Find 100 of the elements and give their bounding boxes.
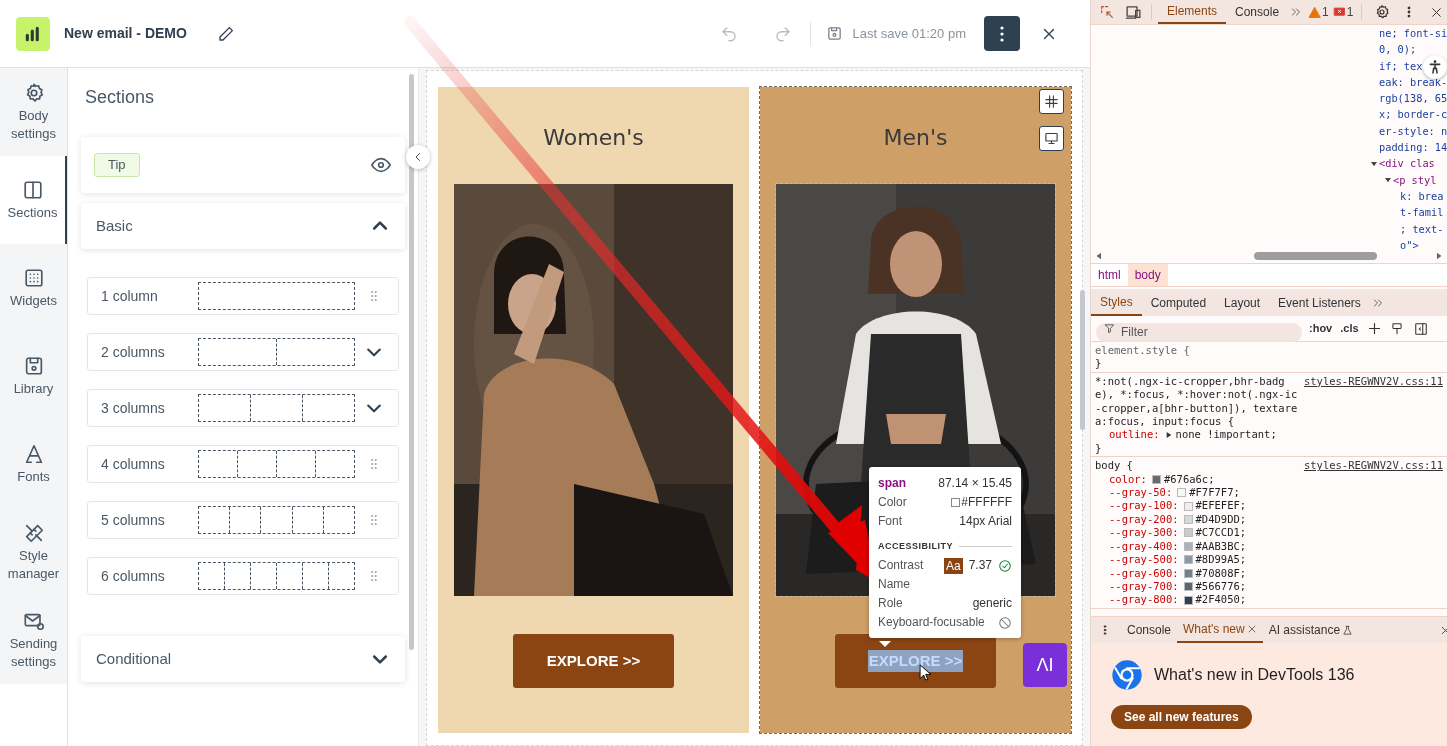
tooltip-value: 7.37 (968, 557, 992, 574)
color-swatch (951, 498, 961, 507)
css-value: #F7F7F7; (1189, 486, 1240, 500)
color-swatch[interactable] (1151, 474, 1161, 484)
breadcrumb-item[interactable]: body (1127, 264, 1168, 286)
nav-item[interactable]: Library (0, 332, 67, 420)
scrollbar-thumb[interactable] (1080, 290, 1085, 430)
css-selector: body { (1095, 459, 1134, 473)
color-swatch[interactable] (1183, 568, 1193, 578)
see-features-button[interactable]: See all new features (1111, 705, 1252, 729)
css-property: --gray-400: (1109, 539, 1179, 554)
close-icon[interactable] (1430, 5, 1444, 19)
drawer-tab[interactable]: Console (1121, 617, 1178, 643)
css-value: #8D99A5; (1195, 553, 1247, 567)
paint-brush-icon[interactable] (1389, 321, 1404, 336)
code-line: ; text- (1400, 221, 1444, 237)
color-swatch[interactable] (1177, 488, 1187, 498)
section-item[interactable]: 3 columns (87, 389, 399, 427)
code-line: k: brea (1400, 188, 1444, 204)
css-property: --gray-100: (1109, 499, 1179, 513)
color-swatch[interactable] (1183, 515, 1193, 525)
scrollbar-thumb[interactable] (1254, 252, 1377, 260)
css-value: #566776; (1195, 579, 1247, 594)
scroll-right-icon[interactable] (1434, 251, 1444, 261)
nav-item[interactable]: Widgets (0, 244, 67, 332)
section-item[interactable]: 1 column (87, 277, 399, 315)
error-count[interactable]: 1 (1332, 3, 1354, 21)
nav-item[interactable]: Sending settings (0, 596, 67, 684)
device-icon[interactable] (1125, 3, 1142, 21)
last-save-text: Last save 01:20 pm (852, 24, 966, 43)
cls-button[interactable]: .cls (1340, 320, 1359, 337)
email-column[interactable]: Women's EXPLORE >> (438, 87, 749, 733)
grid-button[interactable] (1039, 89, 1064, 114)
filter-field[interactable]: Filter (1096, 322, 1302, 342)
breadcrumb-item[interactable]: html (1091, 264, 1128, 286)
element-tag: span (878, 474, 906, 493)
tooltip-label: Color (878, 494, 907, 511)
hov-button[interactable]: :hov (1309, 320, 1333, 337)
css-property: --gray-600: (1109, 566, 1179, 580)
pencil-icon[interactable] (216, 24, 235, 43)
nav-item[interactable]: Style manager (0, 508, 67, 596)
source-link[interactable]: styles-REGWNV2V.css:11 (1303, 459, 1443, 473)
styles-tab[interactable]: Layout (1215, 289, 1270, 316)
email-title: New email - DEMO (64, 24, 187, 43)
panel-title: Sections (84, 86, 156, 109)
css-property: color: (1109, 472, 1147, 487)
inspect-icon[interactable] (1099, 4, 1115, 20)
tooltip-value: generic (972, 595, 1012, 612)
more-icon (1000, 25, 1004, 42)
more-button[interactable] (984, 16, 1020, 51)
plus-icon[interactable] (1366, 321, 1382, 336)
styles-tab[interactable]: Event Listeners (1269, 289, 1370, 316)
column-heading: Women's (543, 124, 644, 151)
explore-button[interactable]: EXPLORE >> (513, 634, 674, 688)
nav-item[interactable]: Body settings (0, 68, 67, 156)
nav-item[interactable]: Fonts (0, 420, 67, 508)
check-circle-icon (998, 558, 1012, 573)
column-heading: Men's (883, 124, 948, 151)
color-swatch[interactable] (1183, 501, 1193, 511)
ai-button[interactable]: ΛI (1023, 643, 1067, 687)
tooltip-value: 14px Arial (959, 513, 1012, 530)
scroll-left-icon[interactable] (1094, 251, 1104, 261)
color-swatch[interactable] (1183, 528, 1193, 538)
styles-tab[interactable]: Computed (1141, 289, 1216, 316)
person-icon (1427, 59, 1443, 75)
warning-count[interactable]: 1 (1308, 3, 1329, 21)
group-header[interactable]: Basic (81, 203, 405, 249)
color-swatch[interactable] (1183, 541, 1193, 551)
code-line: x; border-c (1379, 107, 1447, 123)
tooltip-label: Contrast (878, 557, 924, 574)
css-value: #C7CCD1; (1195, 526, 1247, 540)
styles-tab[interactable]: Styles (1091, 289, 1142, 316)
save-icon (825, 25, 843, 42)
scrollbar-thumb[interactable] (409, 74, 414, 650)
sidebar-icon[interactable] (1413, 321, 1428, 336)
code-line: eak: break- (1379, 74, 1447, 90)
code-line: t-famil (1400, 205, 1444, 221)
code-line: <div clas (1379, 156, 1435, 172)
css-value: #AAB3BC; (1195, 539, 1247, 554)
error-icon (1332, 5, 1346, 19)
source-link[interactable]: styles-REGWNV2V.css:11 (1303, 374, 1443, 389)
closing-brace: } (1095, 357, 1102, 371)
section-item[interactable]: 5 columns (87, 501, 399, 539)
group-header[interactable]: Conditional (81, 636, 405, 682)
desktop-button[interactable] (1039, 126, 1064, 151)
section-item[interactable]: 6 columns (87, 557, 399, 595)
accessibility-button[interactable] (1423, 55, 1447, 79)
expand-triangle-icon[interactable] (1164, 431, 1173, 440)
css-property: --gray-300: (1109, 526, 1179, 540)
section-item[interactable]: 2 columns (87, 333, 399, 371)
css-property: --gray-700: (1109, 579, 1179, 594)
color-swatch[interactable] (1183, 582, 1193, 592)
css-value: #2F4050; (1195, 593, 1247, 607)
color-swatch[interactable] (1183, 555, 1193, 565)
code-line: if; tex (1379, 58, 1423, 74)
drawer-tab[interactable]: AI assistance (1262, 617, 1360, 643)
settings-icon[interactable] (1374, 4, 1391, 20)
color-swatch[interactable] (1183, 595, 1193, 605)
section-item[interactable]: 4 columns (87, 445, 399, 483)
devtools-tab[interactable]: Console (1226, 0, 1289, 24)
